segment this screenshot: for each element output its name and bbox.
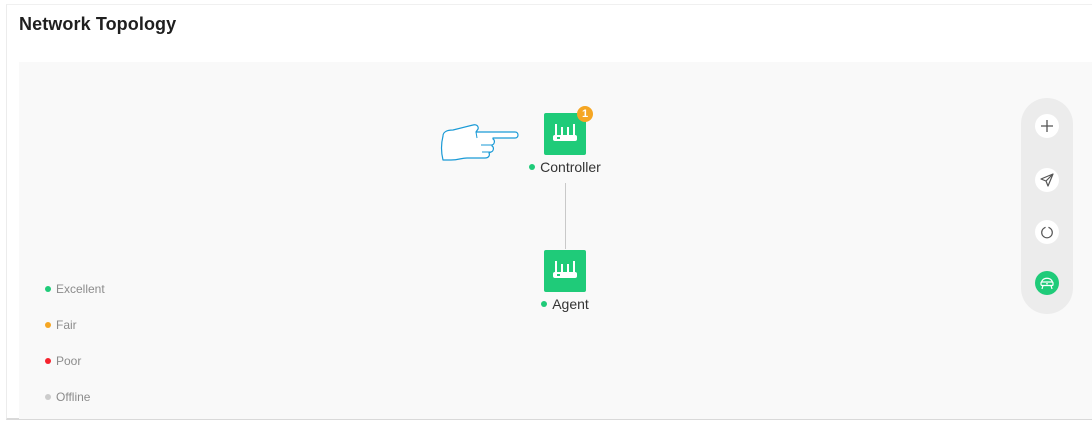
legend-label: Fair <box>56 318 77 332</box>
plus-icon <box>1041 120 1053 132</box>
power-icon <box>1041 225 1053 239</box>
send-button[interactable] <box>1035 168 1059 192</box>
legend-item-poor: Poor <box>45 352 105 370</box>
controller-label: Controller <box>529 159 601 175</box>
legend-label: Offline <box>56 390 91 404</box>
legend-dot <box>45 286 51 292</box>
agent-node[interactable]: Agent <box>505 250 625 312</box>
send-icon <box>1040 173 1054 187</box>
controller-label-text: Controller <box>540 159 601 175</box>
page-title: Network Topology <box>19 14 177 34</box>
legend-dot <box>45 394 51 400</box>
topology-canvas: 1 Controller Agent Excellent Fair Poor O… <box>19 62 1092 419</box>
add-button[interactable] <box>1035 114 1059 138</box>
topology-toolbar <box>1021 98 1073 314</box>
router-button[interactable] <box>1035 271 1059 295</box>
controller-router-icon[interactable]: 1 <box>544 106 593 155</box>
status-dot <box>541 301 548 307</box>
legend-item-fair: Fair <box>45 316 105 334</box>
status-dot <box>529 164 536 170</box>
controller-badge: 1 <box>577 106 593 122</box>
network-topology-card: Network Topology 1 Controller Agent Exce… <box>6 4 1092 420</box>
status-legend: Excellent Fair Poor Offline <box>45 280 105 424</box>
power-button[interactable] <box>1035 220 1059 244</box>
legend-dot <box>45 322 51 328</box>
controller-agent-link <box>565 183 566 249</box>
router-icon <box>1040 277 1054 290</box>
legend-item-offline: Offline <box>45 388 105 406</box>
legend-label: Poor <box>56 354 82 368</box>
legend-item-excellent: Excellent <box>45 280 105 298</box>
controller-node[interactable]: 1 Controller <box>505 106 625 175</box>
agent-label-text: Agent <box>552 296 589 312</box>
agent-router-icon[interactable] <box>544 250 586 292</box>
agent-label: Agent <box>541 296 589 312</box>
legend-label: Excellent <box>56 282 105 296</box>
legend-dot <box>45 358 51 364</box>
